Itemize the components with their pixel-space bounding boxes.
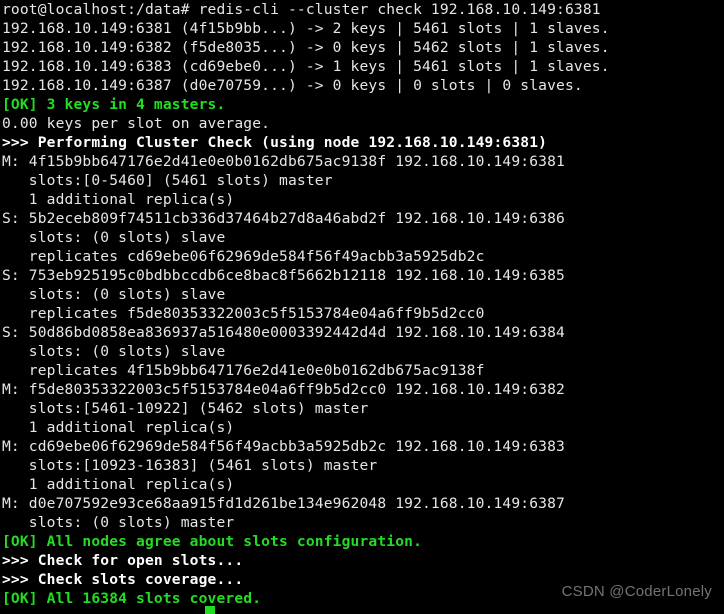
- terminal-line: S: 50d86bd0858ea836937a516480e0003392442…: [2, 324, 565, 341]
- terminal-line: slots: (0 slots) slave: [2, 229, 226, 246]
- terminal-line: root@localhost:/data# redis-cli --cluste…: [2, 1, 601, 18]
- terminal-line: replicates f5de80353322003c5f5153784e04a…: [2, 305, 485, 322]
- terminal-line: 1 additional replica(s): [2, 419, 235, 436]
- terminal-line: replicates 4f15b9bb647176e2d41e0e0b0162d…: [2, 362, 485, 379]
- terminal-line: 192.168.10.149:6387 (d0e70759...) -> 0 k…: [2, 77, 583, 94]
- terminal-line: slots:[5461-10922] (5462 slots) master: [2, 400, 369, 417]
- terminal-line: 192.168.10.149:6381 (4f15b9bb...) -> 2 k…: [2, 20, 610, 37]
- terminal-line: [OK] 3 keys in 4 masters.: [2, 96, 226, 113]
- terminal-line: 1 additional replica(s): [2, 191, 235, 208]
- terminal-line: [OK] All nodes agree about slots configu…: [2, 533, 423, 550]
- terminal-line: slots: (0 slots) master: [2, 514, 235, 531]
- terminal-line: 192.168.10.149:6383 (cd69ebe0...) -> 1 k…: [2, 58, 610, 75]
- terminal-line: S: 5b2eceb809f74511cb336d37464b27d8a46ab…: [2, 210, 565, 227]
- terminal-output: root@localhost:/data# redis-cli --cluste…: [0, 0, 724, 608]
- terminal-line: 0.00 keys per slot on average.: [2, 115, 271, 132]
- terminal-line: >>> Check for open slots...: [2, 552, 244, 569]
- terminal-line: M: f5de80353322003c5f5153784e04a6ff9b5d2…: [2, 381, 565, 398]
- terminal-window[interactable]: root@localhost:/data# redis-cli --cluste…: [0, 0, 724, 614]
- terminal-line: M: d0e707592e93ce68aa915fd1d261be134e962…: [2, 495, 565, 512]
- terminal-line: slots:[0-5460] (5461 slots) master: [2, 172, 333, 189]
- terminal-line: M: cd69ebe06f62969de584f56f49acbb3a5925d…: [2, 438, 565, 455]
- terminal-line: M: 4f15b9bb647176e2d41e0e0b0162db675ac91…: [2, 153, 565, 170]
- terminal-line: 192.168.10.149:6382 (f5de8035...) -> 0 k…: [2, 39, 610, 56]
- terminal-line: 1 additional replica(s): [2, 476, 235, 493]
- terminal-line: >>> Performing Cluster Check (using node…: [2, 134, 548, 151]
- terminal-line: slots: (0 slots) slave: [2, 343, 226, 360]
- terminal-line: S: 753eb925195c0bdbbccdb6ce8bac8f5662b12…: [2, 267, 565, 284]
- watermark-label: CSDN @CoderLonely: [561, 583, 712, 600]
- terminal-line: replicates cd69ebe06f62969de584f56f49acb…: [2, 248, 485, 265]
- terminal-line: slots:[10923-16383] (5461 slots) master: [2, 457, 378, 474]
- terminal-line: slots: (0 slots) slave: [2, 286, 226, 303]
